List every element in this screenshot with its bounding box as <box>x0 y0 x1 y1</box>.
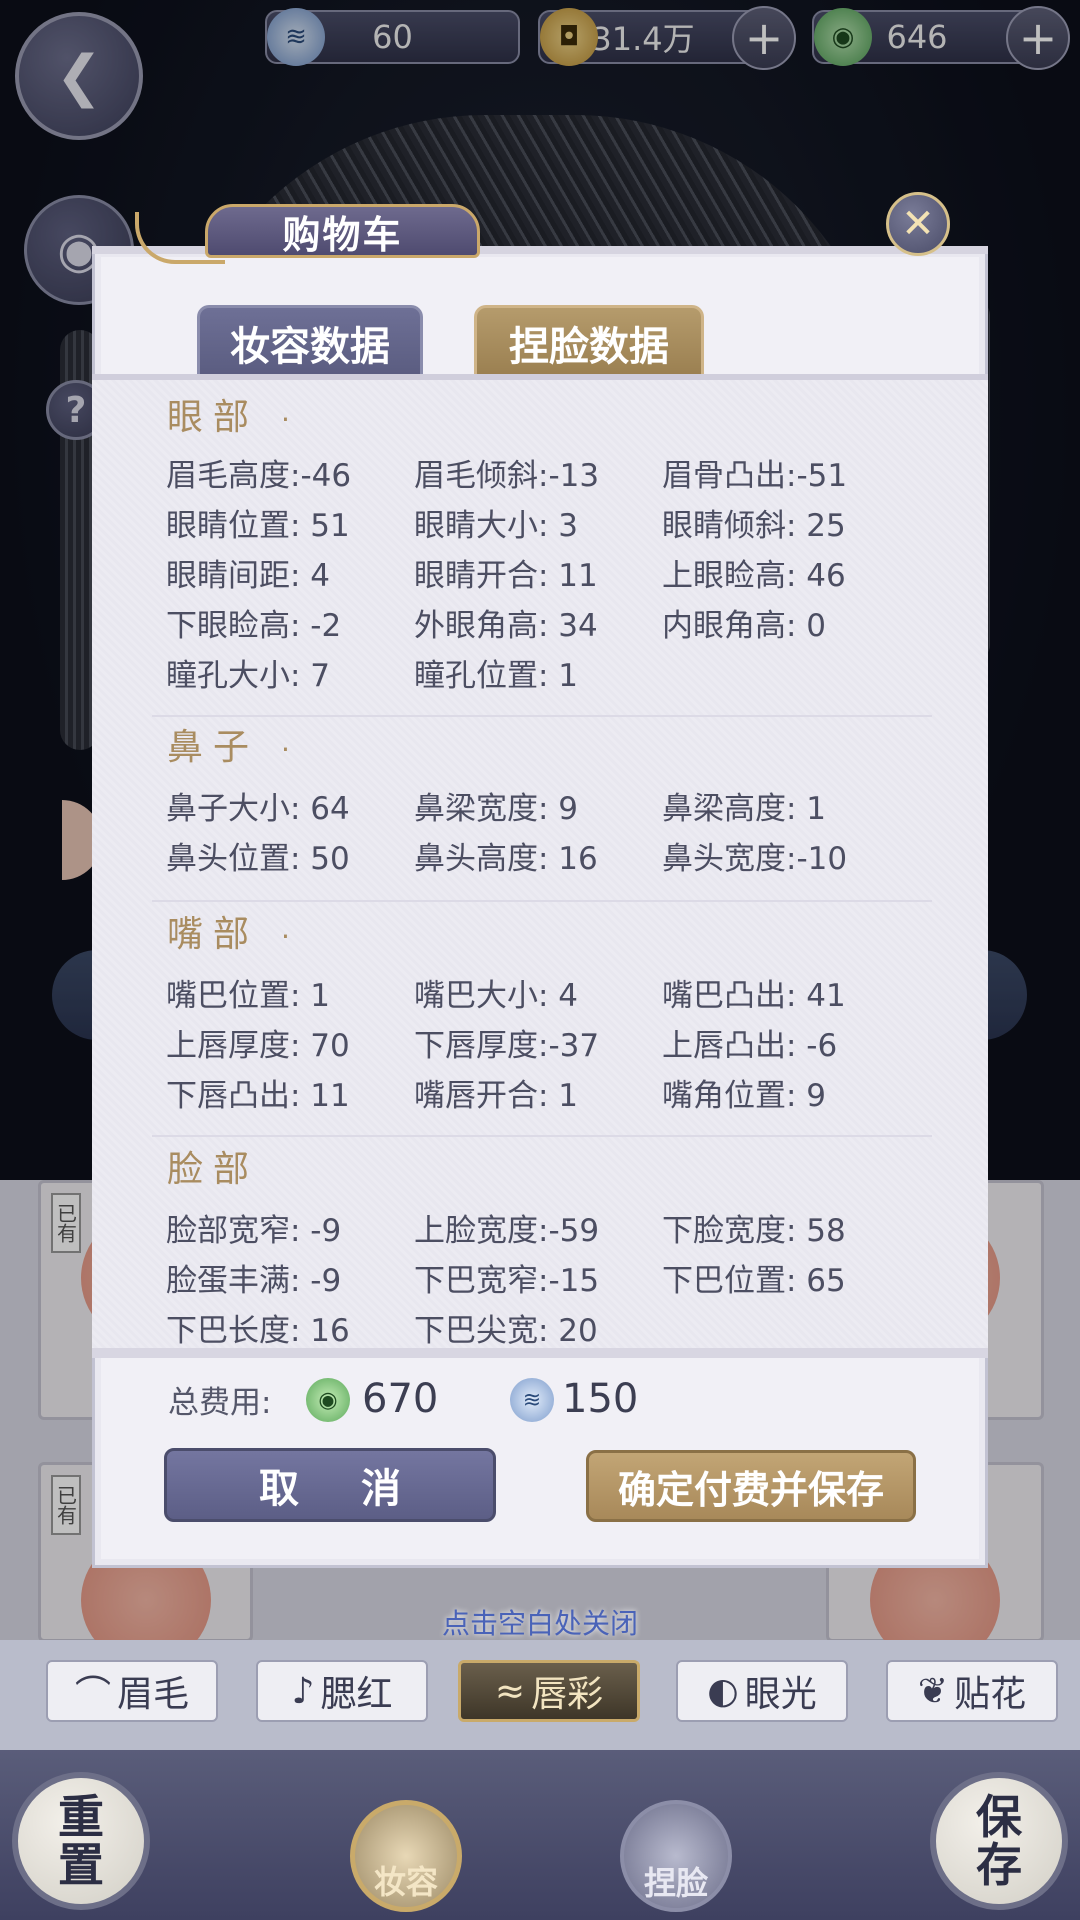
param-item: 瞳孔大小: 7 <box>166 658 331 694</box>
save-button[interactable]: 保 存 <box>930 1772 1068 1910</box>
close-button[interactable]: ✕ <box>886 192 950 256</box>
category-label: 唇彩 <box>531 1674 604 1715</box>
tab-eyebrow[interactable]: ⌒ 眉毛 <box>46 1660 218 1722</box>
param-item: 下眼睑高: -2 <box>166 608 342 644</box>
param-item: 眼睛开合: 11 <box>414 558 598 594</box>
eyebrow-icon: ⌒ <box>74 1674 111 1715</box>
close-hint: 点击空白处关闭 <box>441 1607 638 1640</box>
param-item: 嘴巴位置: 1 <box>166 978 331 1014</box>
param-item: 眉毛倾斜:-13 <box>414 458 600 494</box>
makeup-label: 妆容 <box>373 1863 438 1901</box>
category-label: 眉毛 <box>117 1674 190 1715</box>
tab-eye-light[interactable]: ◐ 眼光 <box>676 1660 848 1722</box>
param-item: 鼻子大小: 64 <box>166 791 350 827</box>
section-title-eyes: 眼部 · <box>167 388 300 440</box>
param-item: 眼睛间距: 4 <box>166 558 331 594</box>
section-title-text: 脸部 <box>167 1149 260 1190</box>
section-divider <box>152 715 932 717</box>
dialog-title: 购物车 <box>205 204 480 258</box>
section-title-face: 脸部 <box>167 1140 281 1192</box>
reset-button[interactable]: 重 置 <box>12 1772 150 1910</box>
face-data-list[interactable]: 眼部 · 眉毛高度:-46 眉毛倾斜:-13 眉骨凸出:-51 眼睛位置: 51 … <box>92 380 988 1350</box>
face-label: 捏脸 <box>643 1864 708 1902</box>
eye-light-icon: ◐ <box>707 1670 739 1712</box>
section-title-text: 眼部 <box>167 397 260 438</box>
param-item: 嘴巴大小: 4 <box>414 978 579 1014</box>
save-label-top: 保 <box>976 1789 1022 1844</box>
param-item: 下巴长度: 16 <box>166 1313 350 1349</box>
tab-blush[interactable]: ♪ 腮红 <box>256 1660 428 1722</box>
param-item: 鼻头高度: 16 <box>414 841 598 877</box>
cost-swallow-value: 150 <box>562 1376 639 1422</box>
lips-icon: ≈ <box>494 1670 526 1712</box>
param-item: 眼睛位置: 51 <box>166 508 350 544</box>
param-item: 眉毛高度:-46 <box>166 458 352 494</box>
param-item: 上唇厚度: 70 <box>166 1028 350 1064</box>
param-item: 下唇厚度:-37 <box>414 1028 600 1064</box>
param-item: 脸部宽窄: -9 <box>166 1213 342 1249</box>
jade-coin-icon: ◉ <box>306 1378 350 1422</box>
flower-decal-icon: ❦ <box>917 1670 949 1712</box>
param-item: 上眼睑高: 46 <box>662 558 846 594</box>
param-item: 下唇凸出: 11 <box>166 1078 350 1114</box>
section-title-mouth: 嘴部 · <box>167 905 300 957</box>
param-item: 内眼角高: 0 <box>662 608 827 644</box>
section-title-text: 鼻子 <box>167 727 260 768</box>
tab-lip-color[interactable]: ≈ 唇彩 <box>458 1660 640 1722</box>
section-title-nose: 鼻子 · <box>167 718 300 770</box>
section-dot: · <box>281 733 300 766</box>
param-item: 上脸宽度:-59 <box>414 1213 600 1249</box>
swallow-coin-icon: ≋ <box>510 1378 554 1422</box>
tab-flower-decal[interactable]: ❦ 贴花 <box>886 1660 1058 1722</box>
param-item: 下脸宽度: 58 <box>662 1213 846 1249</box>
param-item: 外眼角高: 34 <box>414 608 598 644</box>
total-cost-label: 总费用: <box>168 1385 272 1421</box>
section-dot: · <box>281 403 300 436</box>
param-item: 下巴位置: 65 <box>662 1263 846 1299</box>
cost-jade-value: 670 <box>362 1376 439 1422</box>
param-item: 鼻头宽度:-10 <box>662 841 848 877</box>
param-item: 下巴尖宽: 20 <box>414 1313 598 1349</box>
cancel-button[interactable]: 取 消 <box>164 1448 496 1522</box>
param-item: 嘴唇开合: 1 <box>414 1078 579 1114</box>
param-item: 上唇凸出: -6 <box>662 1028 838 1064</box>
reset-label-top: 重 <box>58 1789 104 1844</box>
section-divider <box>152 900 932 902</box>
reset-label-bottom: 置 <box>58 1838 104 1892</box>
param-item: 瞳孔位置: 1 <box>414 658 579 694</box>
param-item: 眼睛大小: 3 <box>414 508 579 544</box>
tab-makeup-data[interactable]: 妆容数据 <box>197 305 423 377</box>
tab-face-data[interactable]: 捏脸数据 <box>474 305 704 377</box>
save-label-bottom: 存 <box>976 1838 1022 1892</box>
param-item: 嘴角位置: 9 <box>662 1078 827 1114</box>
param-item: 脸蛋丰满: -9 <box>166 1263 342 1299</box>
confirm-pay-save-button[interactable]: 确定付费并保存 <box>586 1450 916 1522</box>
category-label: 腮红 <box>320 1674 393 1715</box>
param-item: 鼻梁高度: 1 <box>662 791 827 827</box>
category-label: 贴花 <box>954 1674 1027 1715</box>
section-dot: · <box>281 920 300 953</box>
param-item: 鼻梁宽度: 9 <box>414 791 579 827</box>
blush-icon: ♪ <box>291 1670 315 1712</box>
param-item: 眉骨凸出:-51 <box>662 458 848 494</box>
close-icon: ✕ <box>901 201 935 247</box>
param-item: 嘴巴凸出: 41 <box>662 978 846 1014</box>
bottom-bar <box>0 1750 1080 1920</box>
param-item: 鼻头位置: 50 <box>166 841 350 877</box>
section-title-text: 嘴部 <box>167 914 260 955</box>
param-item: 眼睛倾斜: 25 <box>662 508 846 544</box>
category-label: 眼光 <box>744 1674 817 1715</box>
dialog-footer-divider <box>92 1348 988 1358</box>
face-mode-button[interactable]: 捏脸 <box>620 1800 732 1912</box>
makeup-mode-button[interactable]: 妆容 <box>350 1800 462 1912</box>
param-item: 下巴宽窄:-15 <box>414 1263 600 1299</box>
section-divider <box>152 1135 932 1137</box>
